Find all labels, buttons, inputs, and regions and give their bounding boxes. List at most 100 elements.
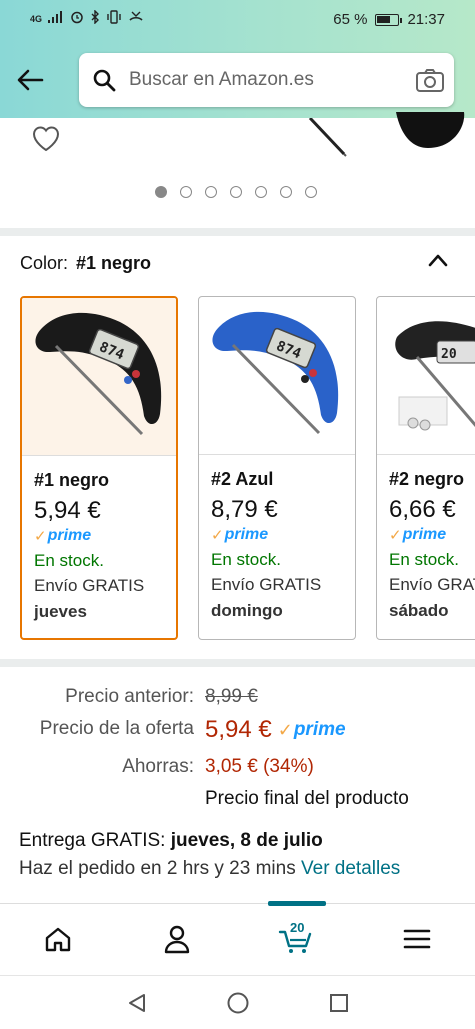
circle-home-icon <box>227 992 249 1014</box>
network-indicator: 4G <box>30 13 43 24</box>
swatch-price: 5,94 € <box>34 497 101 524</box>
carousel-dot[interactable] <box>305 186 317 198</box>
system-recents-button[interactable] <box>326 990 352 1016</box>
carousel-dot[interactable] <box>230 186 242 198</box>
system-back-button[interactable] <box>124 990 150 1016</box>
swatch-card-blue[interactable]: 874 #2 Azul 8,79 € ✓ prime En stock. Enví… <box>198 296 356 640</box>
nav-account[interactable] <box>157 919 197 959</box>
swatch-delivery-day: sábado <box>389 601 449 620</box>
system-nav-bar <box>0 975 475 1029</box>
hamburger-menu-icon <box>403 929 431 949</box>
savings-row: Ahorras: 3,05 € (34%) <box>0 756 475 786</box>
missed-call-icon <box>128 10 144 27</box>
swatch-image: 874 <box>22 298 176 455</box>
swatch-stock: En stock. <box>389 550 459 569</box>
swatch-price: 8,79 € <box>211 496 278 523</box>
carousel-dot[interactable] <box>155 186 167 198</box>
arrow-left-icon <box>17 69 44 91</box>
prime-badge: ✓ prime <box>34 527 164 545</box>
carousel-dot[interactable] <box>280 186 292 198</box>
prime-badge: ✓ prime <box>211 526 343 544</box>
details-link[interactable]: Ver detalles <box>301 858 400 879</box>
section-divider <box>0 659 475 667</box>
carousel-dot[interactable] <box>205 186 217 198</box>
product-image-probe <box>300 116 360 160</box>
cart-count-badge: 20 <box>290 920 305 935</box>
swatch-image: 874 <box>199 297 355 454</box>
previous-price-row: Precio anterior: 8,99 € <box>0 686 475 716</box>
prime-label: prime <box>224 526 269 543</box>
home-icon <box>45 927 71 952</box>
delivery-info: Entrega GRATIS: jueves, 8 de julio <box>19 830 323 852</box>
back-button[interactable] <box>12 62 48 98</box>
carousel-dot[interactable] <box>255 186 267 198</box>
signal-icon <box>48 11 64 26</box>
wishlist-heart-icon[interactable] <box>30 122 62 154</box>
square-recents-icon <box>330 994 348 1012</box>
savings-value: 3,05 € (34%) <box>205 756 314 777</box>
deal-price-value: 5,94 € <box>205 716 272 743</box>
clock: 21:37 <box>407 11 445 28</box>
prime-label: prime <box>47 527 92 544</box>
prime-badge: ✓ prime <box>278 719 346 741</box>
swatch-card-black[interactable]: 874 #1 negro 5,94 € ✓ prime En stock. Env… <box>20 296 178 640</box>
order-text: Haz el pedido en 2 hrs y 23 mins <box>19 858 296 879</box>
carousel-dot[interactable] <box>180 186 192 198</box>
swatch-name: #1 negro <box>34 470 110 490</box>
swatch-name: #2 negro <box>389 469 465 489</box>
color-swatch-list: 874 #1 negro 5,94 € ✓ prime En stock. Env… <box>0 296 475 641</box>
order-countdown: Haz el pedido en 2 hrs y 23 mins Ver det… <box>19 858 400 880</box>
color-label: Color: <box>20 253 69 273</box>
delivery-date: jueves, 8 de julio <box>170 830 323 851</box>
final-price-note: Precio final del producto <box>205 788 409 809</box>
swatch-image: 20 <box>377 297 475 454</box>
deal-price-label: Precio de la oferta <box>39 718 194 739</box>
app-header: 4G 65 % 21:37 Buscar en Amazon.es <box>0 0 475 118</box>
color-selected-value: #1 negro <box>76 253 152 273</box>
alarm-icon <box>70 10 84 27</box>
swatch-delivery-day: jueves <box>34 602 87 621</box>
battery-percent: 65 % <box>333 11 368 28</box>
previous-price-value: 8,99 € <box>205 686 258 707</box>
system-home-button[interactable] <box>225 990 251 1016</box>
swatch-name: #2 Azul <box>211 469 274 489</box>
deal-price-wrap: 5,94 € ✓ prime <box>205 716 346 744</box>
deal-price-row: Precio de la oferta 5,94 € ✓ prime <box>0 716 475 746</box>
prime-label: prime <box>402 526 447 543</box>
swatch-stock: En stock. <box>34 551 104 570</box>
camera-icon[interactable] <box>406 53 454 107</box>
nav-menu[interactable] <box>397 919 437 959</box>
search-bar[interactable]: Buscar en Amazon.es <box>79 53 454 107</box>
product-image-body <box>392 112 468 152</box>
swatch-stock: En stock. <box>211 550 281 569</box>
swatch-shipping: Envío GRATIS <box>389 575 475 594</box>
color-selector-label: Color: #1 negro <box>20 253 151 274</box>
active-tab-indicator <box>268 901 326 906</box>
prime-badge: ✓ prime <box>389 526 475 544</box>
prime-check-icon: ✓ <box>277 719 293 740</box>
swatch-shipping: Envío GRATIS <box>211 575 322 594</box>
search-input[interactable]: Buscar en Amazon.es <box>129 69 406 91</box>
prime-check-icon: ✓ <box>389 527 402 544</box>
prime-label: prime <box>293 719 346 740</box>
status-bar: 4G 65 % 21:37 <box>0 0 475 38</box>
triangle-back-icon <box>129 994 145 1012</box>
search-icon <box>79 53 129 107</box>
bluetooth-icon <box>90 9 100 27</box>
section-divider <box>0 228 475 236</box>
user-icon <box>164 925 190 954</box>
battery-icon <box>375 13 403 26</box>
bottom-nav <box>0 901 475 975</box>
swatch-shipping: Envío GRATIS <box>34 576 145 595</box>
swatch-delivery-day: domingo <box>211 601 283 620</box>
previous-price-label: Precio anterior: <box>65 686 194 707</box>
swatch-price: 6,66 € <box>389 496 456 523</box>
collapse-button[interactable] <box>424 246 452 274</box>
nav-home[interactable] <box>38 919 78 959</box>
svg-text:20: 20 <box>441 347 457 362</box>
swatch-card-black-2[interactable]: 20 #2 negro 6,66 € ✓ prime En stock. Enví… <box>376 296 475 640</box>
prime-check-icon: ✓ <box>211 527 224 544</box>
chevron-up-icon <box>428 254 448 267</box>
prime-check-icon: ✓ <box>34 528 47 545</box>
vibrate-icon <box>106 10 122 27</box>
